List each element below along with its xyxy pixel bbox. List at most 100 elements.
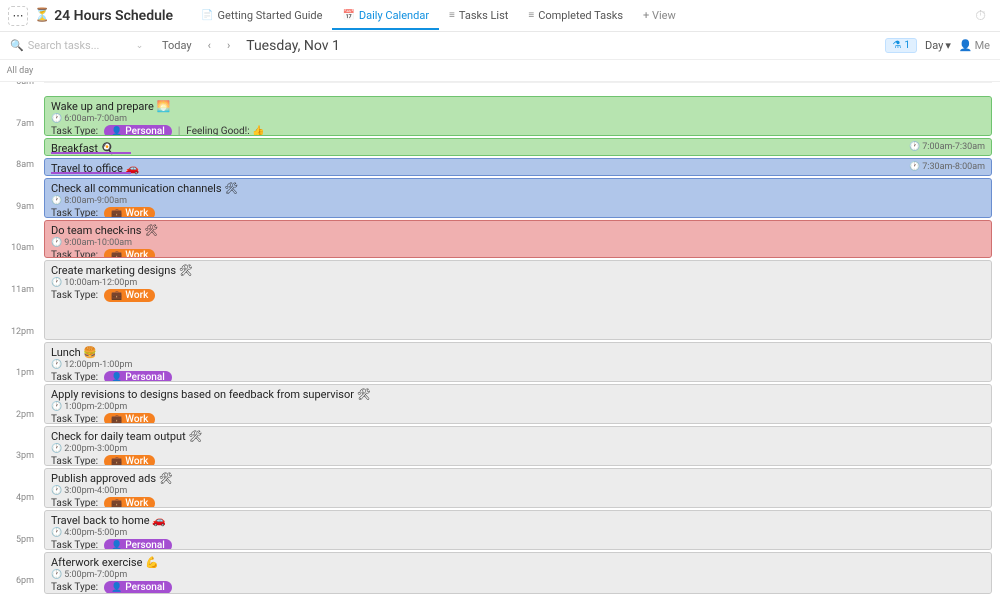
calendar-event[interactable]: Lunch 🍔🕐12:00pm-1:00pmTask Type:👤Persona… (44, 342, 992, 382)
allday-label: All day (0, 66, 40, 76)
calendar-event[interactable]: Apply revisions to designs based on feed… (44, 384, 992, 424)
search-input[interactable] (28, 39, 128, 52)
event-meta: Task Type:👤Personal (51, 539, 985, 550)
calendar-event[interactable]: Check all communication channels 🛠🕐8:00a… (44, 178, 992, 218)
event-meta: Task Type:💼Work (51, 289, 985, 302)
doc-icon: 📄 (201, 10, 213, 21)
clock-icon: 🕐 (909, 162, 920, 172)
search-icon: 🔍 (10, 39, 24, 52)
person-icon: 👤 (111, 583, 122, 593)
calendar-event[interactable]: Travel to office 🚗🕐7:30am-8:00am (44, 158, 992, 176)
clock-icon: 🕐 (909, 142, 920, 152)
list-icon: ≡ (449, 10, 455, 21)
calendar-event[interactable]: Do team check-ins 🛠🕐9:00am-10:00amTask T… (44, 220, 992, 258)
hour-label: 9am (0, 202, 40, 212)
header-bar: ⋯ ⏳ 24 Hours Schedule 📄Getting Started G… (0, 0, 1000, 32)
toolbar: 🔍 ⌄ Today ‹ › Tuesday, Nov 1 ⚗1 Day ▾ 👤M… (0, 32, 1000, 60)
hour-label: 11am (0, 285, 40, 295)
calendar-event[interactable]: Check for daily team output 🛠🕐2:00pm-3:0… (44, 426, 992, 466)
event-time: 🕐10:00am-12:00pm (51, 278, 985, 288)
tab-daily-calendar[interactable]: 📅Daily Calendar (332, 1, 439, 30)
event-meta: Task Type:💼Work (51, 413, 985, 424)
hour-label: 6pm (0, 576, 40, 586)
workspace-icon[interactable]: ⋯ (8, 6, 28, 26)
hour-line (44, 82, 992, 83)
briefcase-icon: 💼 (111, 209, 122, 219)
hour-label: 1pm (0, 368, 40, 378)
event-title: Check for daily team output 🛠 (51, 430, 985, 443)
person-icon: 👤 (959, 39, 973, 52)
task-type-pill: 👤Personal (104, 539, 172, 550)
view-tabs: 📄Getting Started Guide 📅Daily Calendar ≡… (191, 1, 686, 30)
filter-badge[interactable]: ⚗1 (885, 38, 917, 53)
event-title: Lunch 🍔 (51, 346, 985, 359)
event-meta: Task Type:💼Work (51, 497, 985, 508)
event-title: Publish approved ads 🛠 (51, 472, 985, 485)
calendar-icon: 📅 (342, 10, 354, 21)
event-time: 🕐6:00am-7:00am (51, 114, 985, 124)
event-title: Apply revisions to designs based on feed… (51, 388, 985, 401)
hour-label: 4pm (0, 493, 40, 503)
event-meta: Task Type:💼Work (51, 207, 985, 218)
person-icon: 👤 (111, 127, 122, 137)
stopwatch-icon[interactable]: ⏱ (975, 8, 986, 24)
calendar-event[interactable]: Breakfast 🍳🕐7:00am-7:30am (44, 138, 992, 156)
task-type-pill: 💼Work (104, 497, 155, 508)
day-selector[interactable]: Day ▾ (925, 39, 951, 52)
event-time: 🕐3:00pm-4:00pm (51, 486, 985, 496)
hour-label: 2pm (0, 410, 40, 420)
hour-label: 5pm (0, 535, 40, 545)
add-view-button[interactable]: + View (633, 1, 686, 30)
hourglass-icon: ⏳ (34, 8, 50, 23)
calendar-event[interactable]: Afterwork exercise 💪🕐5:00pm-7:00pmTask T… (44, 552, 992, 594)
event-time: 🕐5:00pm-7:00pm (51, 570, 985, 580)
event-title: Breakfast 🍳 (51, 142, 985, 155)
event-time: 🕐9:00am-10:00am (51, 238, 985, 248)
calendar-grid: 6am7am8am9am10am11am12pm1pm2pm3pm4pm5pm6… (0, 82, 1000, 615)
event-meta: Task Type:👤Personal (51, 371, 985, 382)
calendar-event[interactable]: Publish approved ads 🛠🕐3:00pm-4:00pmTask… (44, 468, 992, 508)
chevron-down-icon[interactable]: ⌄ (136, 41, 144, 51)
briefcase-icon: 💼 (111, 291, 122, 301)
briefcase-icon: 💼 (111, 415, 122, 425)
allday-row: All day (0, 60, 1000, 82)
progress-underline (51, 152, 131, 154)
event-time-right: 🕐7:00am-7:30am (909, 142, 985, 152)
me-filter[interactable]: 👤Me (959, 39, 990, 52)
event-title: Check all communication channels 🛠 (51, 182, 985, 195)
task-type-pill: 💼Work (104, 413, 155, 424)
event-time: 🕐8:00am-9:00am (51, 196, 985, 206)
clock-icon: 🕐 (51, 238, 62, 248)
task-type-pill: 💼Work (104, 249, 155, 258)
briefcase-icon: 💼 (111, 251, 122, 259)
calendar-event[interactable]: Create marketing designs 🛠🕐10:00am-12:00… (44, 260, 992, 340)
event-meta: Task Type:👤Personal|Feeling Good!: 👍 (51, 125, 985, 136)
tab-tasks-list[interactable]: ≡Tasks List (439, 1, 518, 30)
search-box[interactable]: 🔍 ⌄ (10, 39, 150, 52)
event-title: Travel to office 🚗 (51, 162, 985, 175)
event-time: 🕐1:00pm-2:00pm (51, 402, 985, 412)
clock-icon: 🕐 (51, 360, 62, 370)
calendar-event[interactable]: Travel back to home 🚗🕐4:00pm-5:00pmTask … (44, 510, 992, 550)
next-day-button[interactable]: › (223, 37, 234, 54)
calendar-event[interactable]: Wake up and prepare 🌅🕐6:00am-7:00amTask … (44, 96, 992, 136)
event-time: 🕐12:00pm-1:00pm (51, 360, 985, 370)
hour-label: 3pm (0, 451, 40, 461)
tab-completed-tasks[interactable]: ≡Completed Tasks (518, 1, 633, 30)
progress-underline (51, 172, 131, 174)
prev-day-button[interactable]: ‹ (204, 37, 215, 54)
event-extra: Feeling Good!: 👍 (186, 126, 264, 136)
filter-icon: ⚗ (892, 40, 901, 51)
task-type-pill: 💼Work (104, 207, 155, 218)
tab-getting-started[interactable]: 📄Getting Started Guide (191, 1, 332, 30)
chevron-down-icon: ▾ (945, 39, 951, 52)
event-title: Do team check-ins 🛠 (51, 224, 985, 237)
event-meta: Task Type:💼Work (51, 455, 985, 466)
person-icon: 👤 (111, 541, 122, 551)
task-type-pill: 💼Work (104, 289, 155, 302)
task-type-pill: 💼Work (104, 455, 155, 466)
event-time-right: 🕐7:30am-8:00am (909, 162, 985, 172)
today-button[interactable]: Today (158, 37, 196, 54)
task-type-pill: 👤Personal (104, 371, 172, 382)
clock-icon: 🕐 (51, 570, 62, 580)
